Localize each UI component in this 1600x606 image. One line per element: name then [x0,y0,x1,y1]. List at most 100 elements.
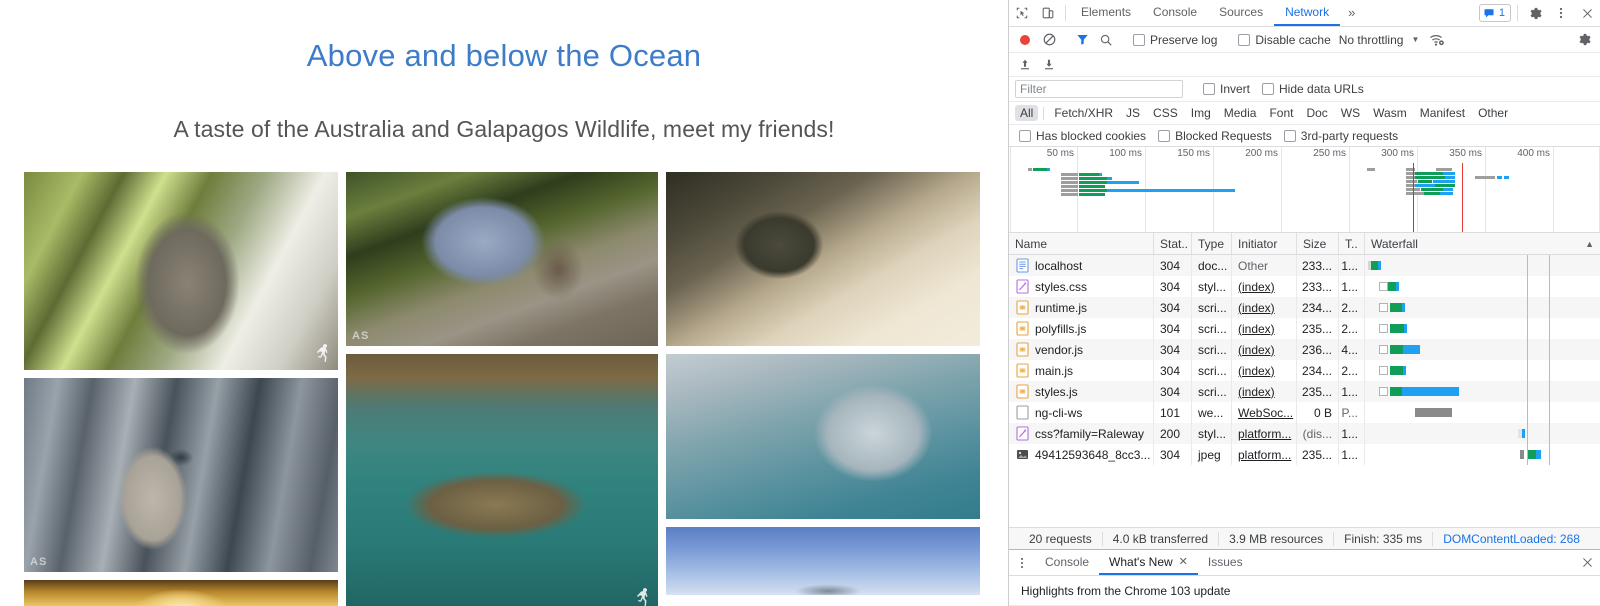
booby-bird-photo[interactable]: AS [24,378,338,572]
network-conditions-icon[interactable] [1425,29,1449,51]
initiator-link[interactable]: (index) [1238,343,1275,357]
manta-ray-photo[interactable] [666,354,980,519]
close-whats-new-icon[interactable]: ✕ [1179,555,1188,568]
disable-cache-checkbox[interactable]: Disable cache [1238,33,1330,47]
drawer-tab-console[interactable]: Console [1035,550,1099,575]
table-row[interactable]: ng-cli-ws 101 we... WebSoc... 0 B P... [1009,402,1600,423]
column-header-size[interactable]: Size [1297,233,1339,254]
page-subtitle: A taste of the Australia and Galapagos W… [0,74,1008,143]
invert-checkbox[interactable]: Invert [1203,82,1250,96]
more-tabs-button[interactable]: » [1340,0,1363,26]
filter-button[interactable] [1070,29,1094,51]
overview-bar [1433,180,1455,183]
type-filter-media[interactable]: Media [1219,105,1262,121]
network-settings-button[interactable] [1572,29,1596,51]
table-row[interactable]: main.js 304 scri... (index) 234... 2... [1009,360,1600,381]
devtools-drawer: Console What's New ✕ Issues Highlights f… [1009,549,1600,606]
tab-sources[interactable]: Sources [1208,0,1274,26]
request-name: css?family=Raleway [1035,427,1144,441]
type-filter-manifest[interactable]: Manifest [1415,105,1470,121]
column-header-waterfall[interactable]: Waterfall ▲ [1365,233,1600,254]
drawer-menu-icon[interactable] [1009,550,1035,575]
column-header-time[interactable]: T.. [1339,233,1365,254]
blocked-requests-checkbox[interactable]: Blocked Requests [1158,129,1272,143]
table-row[interactable]: styles.css 304 styl... (index) 233... 1.… [1009,276,1600,297]
device-toolbar-icon[interactable] [1035,0,1061,26]
type-filter-ws[interactable]: WS [1336,105,1365,121]
clear-button[interactable] [1037,29,1061,51]
hide-data-urls-checkbox[interactable]: Hide data URLs [1262,82,1364,96]
type-filter-font[interactable]: Font [1264,105,1298,121]
import-har-button[interactable] [1013,54,1037,76]
table-row[interactable]: localhost 304 doc... Other 233... 1... [1009,255,1600,276]
column-header-status[interactable]: Stat.. [1154,233,1192,254]
tab-console[interactable]: Console [1142,0,1208,26]
initiator-link[interactable]: (index) [1238,364,1275,378]
overview-bar [1033,168,1047,171]
network-overview-timeline[interactable]: 50 ms 100 ms 150 ms 200 ms 250 ms 300 ms… [1009,147,1600,233]
throttling-select[interactable]: No throttling ▼ [1339,33,1420,47]
sky-photo[interactable] [666,527,980,595]
type-filter-doc[interactable]: Doc [1301,105,1332,121]
third-party-requests-box [1284,130,1296,142]
cell-initiator[interactable]: (index) [1232,276,1297,297]
table-row[interactable]: runtime.js 304 scri... (index) 234... 2.… [1009,297,1600,318]
gear-icon[interactable] [1522,0,1548,26]
cell-initiator[interactable]: WebSoc... [1232,402,1297,423]
sunset-water-photo[interactable] [24,580,338,606]
initiator-link[interactable]: platform... [1238,448,1291,462]
export-har-button[interactable] [1037,54,1061,76]
type-filter-fetch-xhr[interactable]: Fetch/XHR [1049,105,1118,121]
table-row[interactable]: polyfills.js 304 scri... (index) 235... … [1009,318,1600,339]
cell-initiator[interactable]: (index) [1232,360,1297,381]
cell-initiator[interactable]: platform... [1232,423,1297,444]
tab-network[interactable]: Network [1274,0,1340,26]
table-row[interactable]: styles.js 304 scri... (index) 235... 1..… [1009,381,1600,402]
column-header-initiator[interactable]: Initiator [1232,233,1297,254]
filter-input[interactable] [1015,80,1183,98]
initiator-link[interactable]: (index) [1238,280,1275,294]
drawer-tab-whats-new[interactable]: What's New ✕ [1099,550,1198,575]
initiator-link[interactable]: platform... [1238,427,1291,441]
search-button[interactable] [1094,29,1118,51]
has-blocked-cookies-checkbox[interactable]: Has blocked cookies [1019,129,1146,143]
cell-initiator[interactable]: platform... [1232,444,1297,465]
type-filter-all[interactable]: All [1015,105,1038,121]
type-filter-other[interactable]: Other [1473,105,1513,121]
cell-initiator[interactable]: (index) [1232,318,1297,339]
type-filter-css[interactable]: CSS [1148,105,1183,121]
type-filter-js[interactable]: JS [1121,105,1145,121]
type-filter-wasm[interactable]: Wasm [1368,105,1412,121]
close-icon[interactable] [1574,0,1600,26]
drawer-tab-issues[interactable]: Issues [1198,550,1253,575]
giant-tortoise-photo[interactable]: AS [346,172,658,346]
initiator-link[interactable]: (index) [1238,385,1275,399]
preserve-log-checkbox[interactable]: Preserve log [1133,33,1217,47]
whale-shark-photo[interactable] [346,354,658,606]
cell-time: 1... [1339,381,1365,402]
message-count-badge[interactable]: 1 [1479,4,1511,22]
initiator-link[interactable]: WebSoc... [1238,406,1293,420]
table-row[interactable]: 49412593648_8cc3... 304 jpeg platform...… [1009,444,1600,465]
koala-photo[interactable] [24,172,338,370]
table-row[interactable]: vendor.js 304 scri... (index) 236... 4..… [1009,339,1600,360]
tab-elements[interactable]: Elements [1070,0,1142,26]
column-header-type[interactable]: Type [1192,233,1232,254]
type-filter-divider [1043,107,1044,120]
overview-bar [1061,189,1078,192]
cell-initiator[interactable]: (index) [1232,381,1297,402]
initiator-link[interactable]: (index) [1238,301,1275,315]
overview-tick-50ms: 50 ms [1047,148,1074,159]
inspect-element-icon[interactable] [1009,0,1035,26]
record-button[interactable] [1013,29,1037,51]
cell-initiator[interactable]: (index) [1232,297,1297,318]
marine-iguana-photo[interactable] [666,172,980,346]
column-header-name[interactable]: Name [1009,233,1154,254]
cell-initiator[interactable]: (index) [1232,339,1297,360]
table-row[interactable]: css?family=Raleway 200 styl... platform.… [1009,423,1600,444]
close-drawer-icon[interactable] [1574,550,1600,575]
third-party-requests-checkbox[interactable]: 3rd-party requests [1284,129,1398,143]
kebab-menu-icon[interactable] [1548,0,1574,26]
type-filter-img[interactable]: Img [1186,105,1216,121]
initiator-link[interactable]: (index) [1238,322,1275,336]
